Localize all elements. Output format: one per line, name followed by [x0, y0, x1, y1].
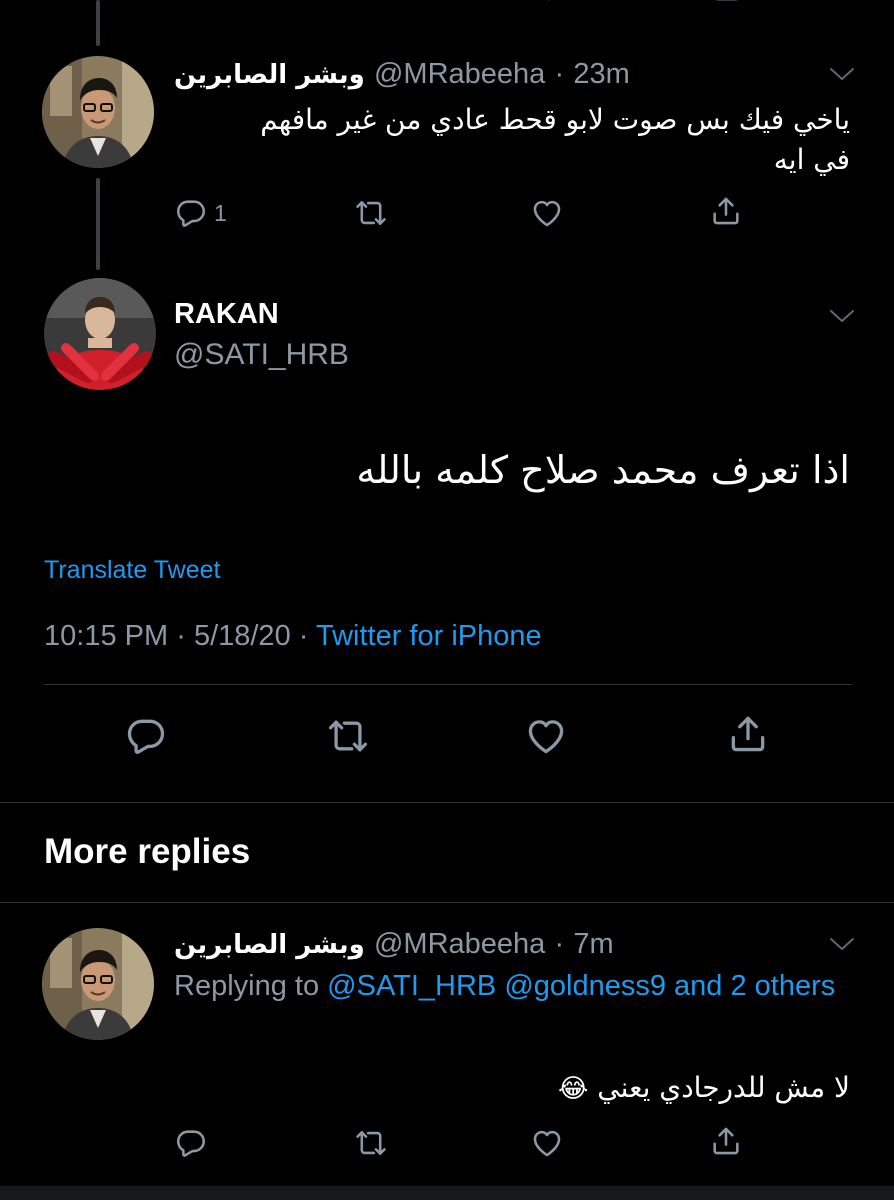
mention-link[interactable]: @goldness9: [504, 970, 666, 1002]
display-name[interactable]: وبشر الصابرين: [174, 60, 365, 90]
separator-dot: ·: [298, 620, 309, 652]
thread-line-top: [96, 0, 100, 46]
reply-button[interactable]: 1: [174, 196, 227, 230]
divider: [44, 684, 852, 685]
share-icon[interactable]: [726, 712, 770, 756]
share-icon[interactable]: [710, 0, 744, 4]
reply-icon[interactable]: [124, 714, 168, 758]
tweet-time[interactable]: 23m: [573, 58, 629, 90]
chevron-down-icon[interactable]: [828, 64, 856, 84]
share-icon[interactable]: [709, 1124, 743, 1158]
section-divider: [0, 802, 894, 803]
replying-to-label: Replying to: [174, 970, 320, 1002]
retweet-icon[interactable]: [326, 714, 370, 758]
avatar[interactable]: [42, 928, 154, 1040]
tweet-header: وبشر الصابرين @MRabeeha · 23m: [174, 56, 630, 91]
tweet-text: لا مش للدرجادي يعني 😂: [150, 1066, 850, 1111]
translate-tweet-link[interactable]: Translate Tweet: [44, 556, 220, 585]
display-name[interactable]: وبشر الصابرين: [174, 930, 365, 960]
chevron-down-icon[interactable]: [828, 934, 856, 954]
avatar[interactable]: [44, 278, 156, 390]
tweet-text-line-2: في ايه: [773, 143, 850, 176]
like-icon[interactable]: [524, 714, 568, 758]
user-avatar-image: [42, 928, 154, 1040]
user-avatar-image: [44, 278, 156, 390]
like-icon[interactable]: [532, 0, 566, 4]
bottom-tab-bar-edge: [0, 1186, 894, 1200]
tweet-time: 10:15 PM: [44, 620, 169, 652]
separator-dot: ·: [554, 928, 565, 960]
tweet-text-body: لا مش للدرجادي يعني: [597, 1071, 850, 1104]
user-handle[interactable]: @SATI_HRB: [174, 338, 349, 372]
display-name[interactable]: RAKAN: [174, 298, 279, 331]
tweet-action-bar: [0, 710, 894, 758]
reply-count: 1: [214, 199, 227, 226]
replying-to-line: Replying to @SATI_HRB @goldness9 and 2 o…: [174, 964, 854, 1008]
tweet-time[interactable]: 7m: [573, 928, 613, 960]
top-partial-action-bar: [0, 0, 894, 18]
mention-link[interactable]: @SATI_HRB: [327, 970, 496, 1002]
more-replies-heading: More replies: [44, 832, 251, 871]
tweet-source-link[interactable]: Twitter for iPhone: [316, 620, 542, 652]
and-others-link[interactable]: and 2 others: [674, 970, 835, 1002]
like-icon[interactable]: [530, 196, 564, 230]
user-avatar-image: [42, 56, 154, 168]
avatar[interactable]: [42, 56, 154, 168]
like-icon[interactable]: [530, 1126, 564, 1160]
laughing-emoji-icon: 😂: [558, 1074, 589, 1104]
tweet-action-bar: [0, 1124, 894, 1172]
retweet-icon[interactable]: [356, 0, 390, 4]
user-handle[interactable]: @MRabeeha: [374, 928, 545, 960]
tweet-timestamp: 10:15 PM · 5/18/20 · Twitter for iPhone: [44, 620, 542, 653]
chevron-down-icon[interactable]: [828, 306, 856, 326]
reply-icon[interactable]: [174, 1126, 208, 1160]
user-handle[interactable]: @MRabeeha: [374, 58, 545, 90]
section-divider: [0, 902, 894, 903]
tweet-action-bar: 1: [0, 192, 894, 240]
separator-dot: ·: [176, 620, 186, 652]
reply-icon: [174, 196, 208, 230]
tweet-text: اذا تعرف محمد صلاح كلمه بالله: [356, 448, 850, 492]
retweet-icon[interactable]: [354, 1126, 388, 1160]
tweet-text-line-1: ياخي فيك بس صوت لابو قحط عادي من غير ماف…: [260, 103, 850, 136]
tweet-date: 5/18/20: [193, 620, 291, 652]
retweet-icon[interactable]: [354, 196, 388, 230]
separator-dot: ·: [554, 58, 565, 90]
share-icon[interactable]: [709, 194, 743, 228]
tweet-header: وبشر الصابرين @MRabeeha · 7m: [174, 926, 614, 961]
